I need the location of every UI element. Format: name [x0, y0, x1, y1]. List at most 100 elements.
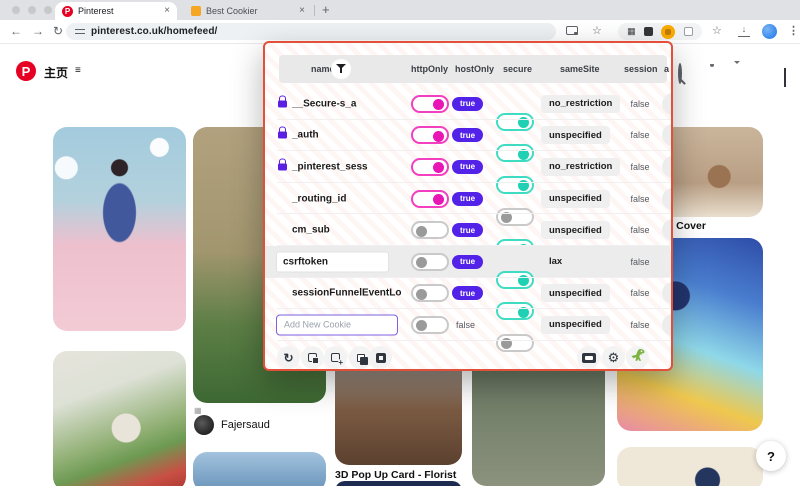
export-icon	[331, 353, 343, 367]
toggle-knob	[416, 288, 427, 300]
delete-button[interactable]	[369, 346, 392, 369]
samesite-value[interactable]: no_restriction	[541, 94, 621, 113]
screencast-button[interactable]	[577, 346, 600, 369]
pin-image-couple-illustration[interactable]	[617, 447, 763, 486]
side-panel-icon[interactable]: ☆	[712, 24, 722, 37]
screencast-icon	[581, 352, 596, 363]
cookie-row[interactable]: sessionFunnelEventLo true unspecified false	[265, 278, 671, 321]
hostonly-badge: true	[452, 191, 484, 206]
filter-icon	[336, 64, 346, 74]
column-partial[interactable]: a	[664, 64, 669, 74]
help-button[interactable]: ?	[756, 441, 786, 471]
hostonly-badge: true	[452, 96, 484, 111]
cookie-row[interactable]: _pinterest_sess true no_restriction false	[265, 151, 671, 194]
dark-extension-icon[interactable]	[644, 27, 654, 36]
cookie-name: __Secure-s_a	[292, 98, 357, 110]
pin-title[interactable]: 3D Pop Up Card - Florist	[335, 469, 456, 481]
window-minimize-button[interactable]	[28, 6, 36, 14]
window-zoom-button[interactable]	[44, 6, 52, 14]
cookie-row[interactable]: _routing_id true unspecified false	[265, 183, 671, 226]
creator-name[interactable]: Fajersaud	[221, 419, 270, 431]
lock-icon	[278, 158, 287, 171]
import-button[interactable]	[301, 346, 324, 369]
dinosaur-button[interactable]	[626, 346, 649, 369]
export-button[interactable]	[324, 346, 347, 369]
back-icon[interactable]: ←	[10, 24, 22, 38]
column-secure[interactable]: secure	[503, 64, 532, 74]
cookie-row[interactable]: _auth true unspecified false	[265, 120, 671, 163]
creator-avatar[interactable]	[194, 415, 214, 435]
partial-action-button[interactable]	[662, 155, 671, 178]
partial-action-button[interactable]	[662, 250, 671, 273]
samesite-value[interactable]: unspecified	[541, 221, 610, 240]
httponly-toggle[interactable]	[411, 157, 449, 176]
partial-action-button[interactable]	[662, 282, 671, 305]
home-menu-icon[interactable]: ≡	[75, 65, 81, 76]
samesite-value[interactable]: unspecified	[541, 189, 610, 208]
partial-action-button[interactable]	[662, 313, 671, 336]
partial-action-button[interactable]	[662, 92, 671, 115]
cookie-extension-icon[interactable]	[661, 24, 676, 39]
httponly-toggle[interactable]	[411, 221, 449, 240]
column-hostonly[interactable]: hostOnly	[455, 64, 494, 74]
session-value: false	[630, 256, 650, 267]
pin-image-floral-illustration[interactable]	[53, 127, 186, 331]
samesite-value[interactable]: unspecified	[541, 126, 610, 145]
pin-image-ocean[interactable]	[193, 452, 326, 486]
partial-action-button[interactable]	[662, 187, 671, 210]
samesite-value[interactable]: unspecified	[541, 315, 610, 334]
cookie-row[interactable]: __Secure-s_a true no_restriction false	[265, 88, 671, 131]
toggle-knob	[433, 194, 444, 206]
profile-avatar[interactable]	[762, 24, 777, 39]
search-icon[interactable]	[678, 63, 682, 84]
cookie-row[interactable]: false unspecified false	[265, 309, 671, 352]
cookie-name-input[interactable]	[276, 251, 389, 273]
address-bar[interactable]: pinterest.co.uk/homefeed/	[66, 23, 556, 40]
pinterest-logo[interactable]: P	[16, 61, 36, 81]
httponly-toggle[interactable]	[411, 126, 449, 145]
new-tab-button[interactable]: +	[322, 2, 330, 17]
window-close-button[interactable]	[12, 6, 20, 14]
site-settings-icon[interactable]	[75, 28, 85, 36]
home-feed-label[interactable]: 主页	[44, 64, 68, 81]
add-new-cookie-input[interactable]	[276, 314, 398, 336]
samesite-value[interactable]: unspecified	[541, 284, 610, 303]
samesite-value[interactable]: no_restriction	[541, 157, 621, 176]
forward-icon[interactable]: →	[32, 24, 44, 38]
column-httponly[interactable]: httpOnly	[411, 64, 448, 74]
httponly-toggle[interactable]	[411, 252, 449, 271]
httponly-toggle[interactable]	[411, 284, 449, 303]
tab-close-icon[interactable]: ×	[164, 6, 170, 16]
samesite-value[interactable]: lax	[541, 253, 570, 271]
chrome-menu-icon[interactable]: ⋮	[788, 24, 799, 37]
tab-close-icon[interactable]: ×	[299, 6, 305, 16]
partial-action-button[interactable]	[662, 219, 671, 242]
cookie-row[interactable]: true lax false	[265, 245, 671, 289]
reload-icon[interactable]: ↻	[53, 24, 63, 38]
chevron-down-icon[interactable]	[784, 68, 786, 87]
session-value: false	[630, 193, 650, 204]
refresh-button[interactable]: ↻	[277, 346, 300, 369]
bookmark-star-icon[interactable]: ☆	[592, 24, 602, 37]
column-samesite[interactable]: sameSite	[560, 64, 600, 74]
httponly-toggle[interactable]	[411, 94, 449, 113]
cookie-row[interactable]: cm_sub true unspecified false	[265, 214, 671, 258]
light-extension-icon[interactable]	[683, 27, 693, 36]
tab-pinterest[interactable]: P Pinterest ×	[55, 2, 177, 20]
url-text[interactable]: pinterest.co.uk/homefeed/	[91, 26, 217, 37]
partial-action-button[interactable]	[662, 124, 671, 147]
cookie-rows: __Secure-s_a true no_restriction false _auth…	[265, 88, 671, 352]
grid-extension-icon[interactable]: ▦	[627, 27, 636, 36]
downloads-icon[interactable]: ↓	[738, 25, 750, 37]
filter-button[interactable]	[331, 59, 351, 79]
hostonly-badge: true	[452, 254, 484, 269]
settings-button[interactable]: ⚙	[602, 346, 625, 369]
column-session[interactable]: session	[624, 64, 658, 74]
tab-best-cookier[interactable]: Best Cookier ×	[184, 2, 312, 20]
pin-image-watermelon-girl[interactable]	[53, 351, 186, 486]
cast-icon[interactable]	[566, 26, 578, 35]
pin-image-navy[interactable]	[335, 481, 462, 486]
httponly-toggle[interactable]	[411, 315, 449, 334]
httponly-toggle[interactable]	[411, 189, 449, 208]
tab-title: Pinterest	[78, 6, 114, 16]
